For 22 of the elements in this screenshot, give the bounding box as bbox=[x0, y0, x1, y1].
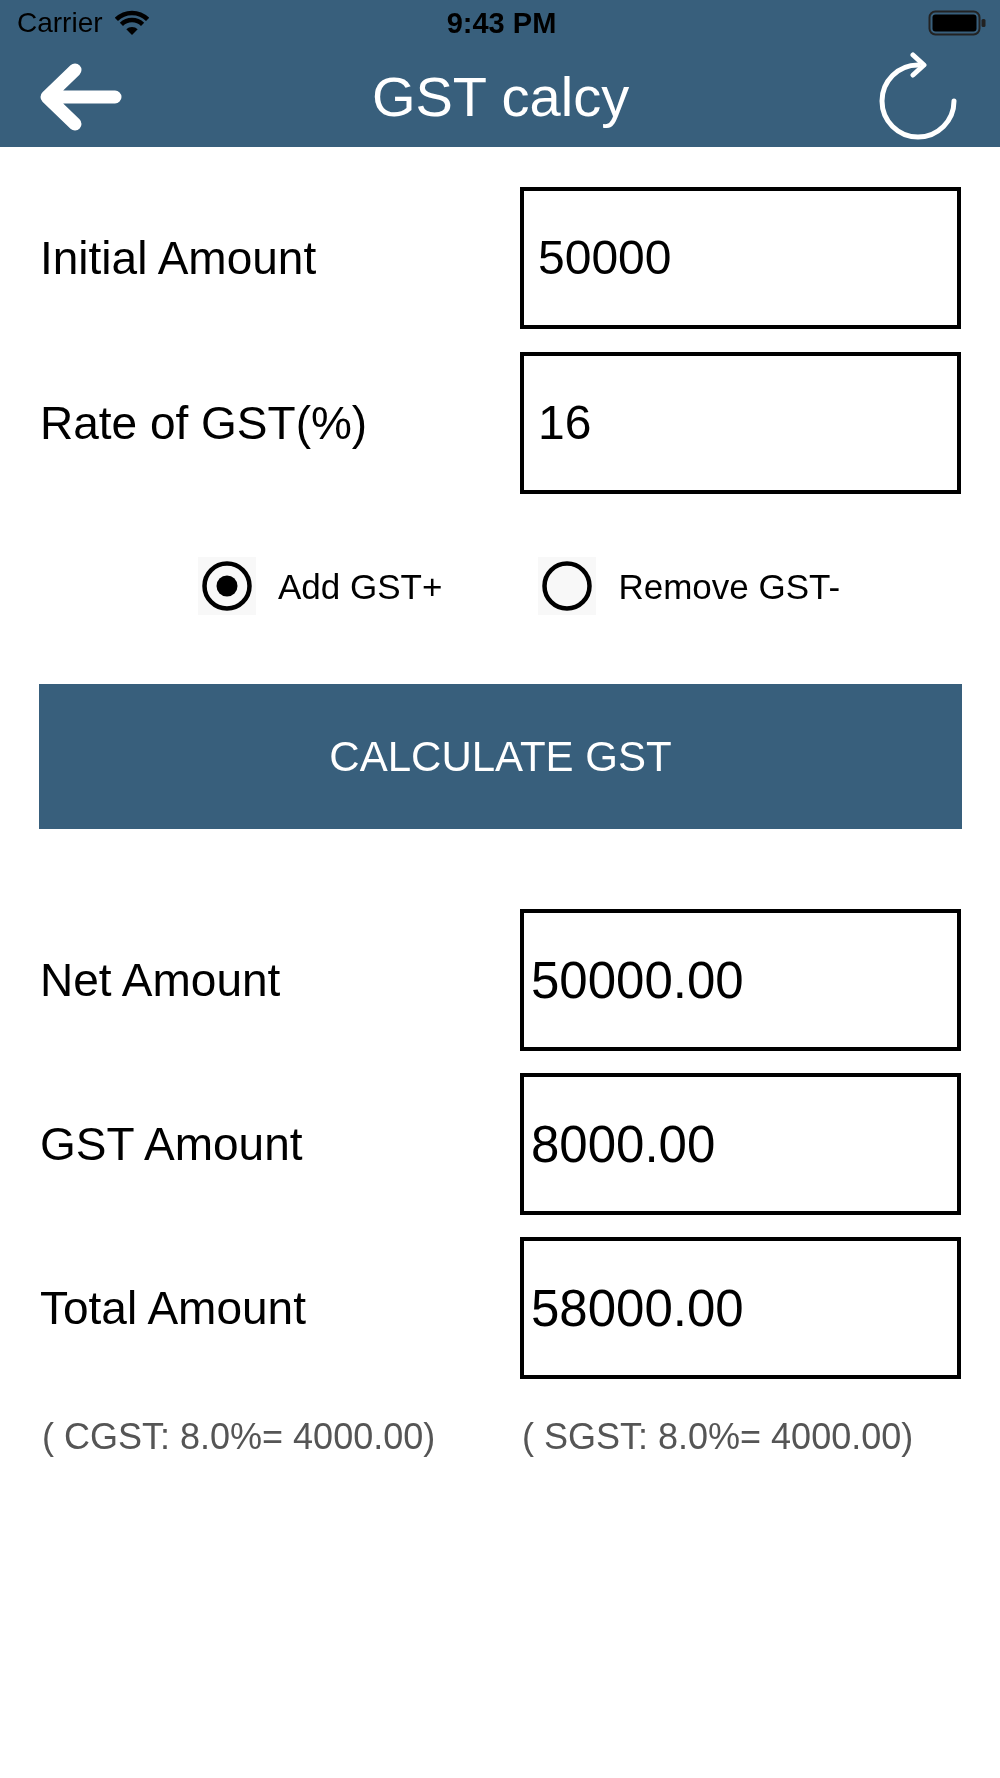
input-field[interactable]: 16 bbox=[520, 352, 961, 494]
radio-option[interactable]: Add GST+ bbox=[198, 557, 443, 615]
calculate-button[interactable]: CALCULATE GST bbox=[39, 684, 962, 829]
back-button[interactable] bbox=[38, 61, 123, 132]
result-field: 50000.00 bbox=[520, 909, 961, 1051]
result-field: 8000.00 bbox=[520, 1073, 961, 1215]
battery-icon bbox=[928, 10, 986, 36]
input-field[interactable]: 50000 bbox=[520, 187, 961, 329]
result-label: Total Amount bbox=[39, 1285, 306, 1331]
field-label: Initial Amount bbox=[39, 235, 317, 281]
clock-text: 9:43 PM bbox=[446, 8, 557, 38]
refresh-icon bbox=[878, 52, 958, 141]
tax-breakdown-text: ( SGST: 8.0%= 4000.00) bbox=[521, 1419, 914, 1455]
result-label: Net Amount bbox=[39, 957, 281, 1003]
carrier-text: Carrier bbox=[17, 9, 103, 37]
wifi-icon bbox=[114, 10, 149, 36]
refresh-button[interactable] bbox=[878, 52, 958, 141]
result-label: GST Amount bbox=[39, 1121, 303, 1167]
tax-breakdown-text: ( CGST: 8.0%= 4000.00) bbox=[41, 1419, 436, 1455]
radio-option[interactable]: Remove GST- bbox=[538, 557, 841, 615]
arrow-left-icon bbox=[38, 61, 123, 132]
result-field: 58000.00 bbox=[520, 1237, 961, 1379]
